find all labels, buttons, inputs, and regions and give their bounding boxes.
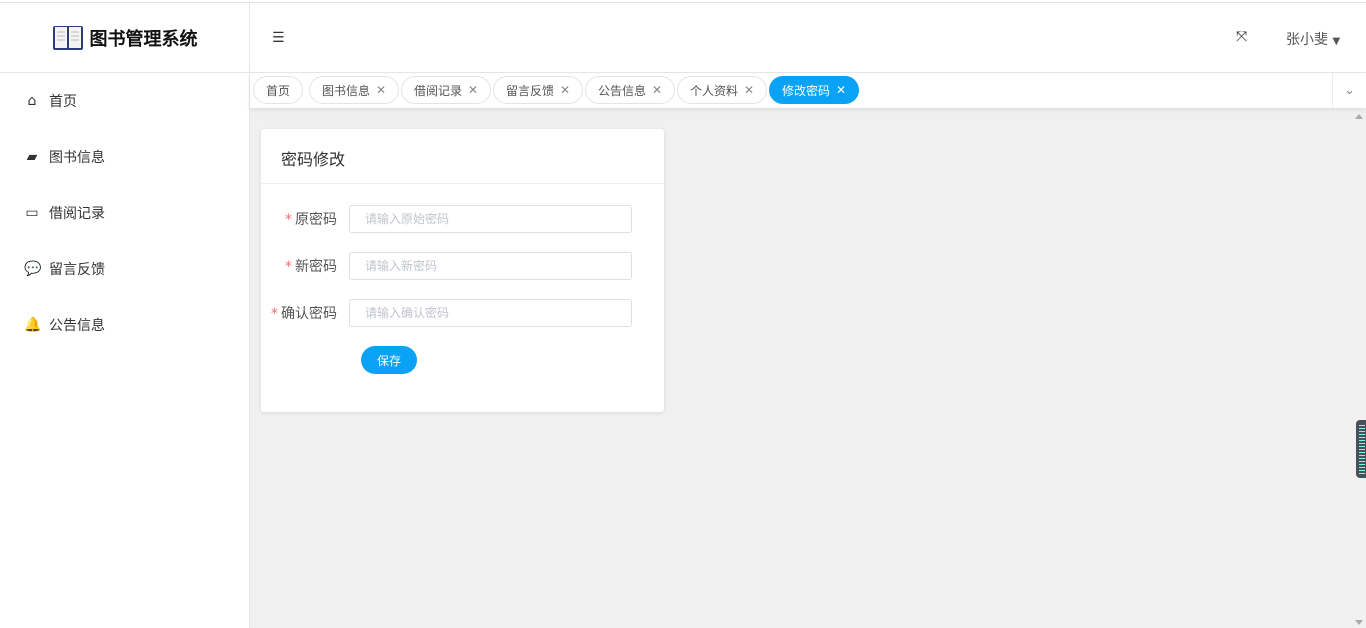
required-mark: * [271,306,278,322]
sidebar-item-books[interactable]: ▰ 图书信息 [0,129,249,185]
bell-icon: 🔔 [24,317,42,333]
close-icon[interactable]: ✕ [744,83,754,97]
sidebar-item-label: 公告信息 [49,318,105,334]
home-icon: ⌂ [27,93,37,109]
form-row-new-password: * 新密码 [261,252,632,280]
save-button[interactable]: 保存 [361,346,417,374]
close-icon[interactable]: ✕ [560,83,570,97]
password-form-card: 密码修改 * 原密码 * 新密码 * 确认密码 保存 [261,129,664,412]
tab-change-password[interactable]: 修改密码 ✕ [769,76,860,104]
tab-borrow-records[interactable]: 借阅记录 ✕ [401,76,492,104]
old-password-input[interactable] [349,205,632,233]
card-title: 密码修改 [261,129,664,184]
close-icon[interactable]: ✕ [836,83,846,97]
close-icon[interactable]: ✕ [652,83,662,97]
label-text: 原密码 [295,212,337,228]
form-row-confirm-password: * 确认密码 [261,299,632,327]
side-widget-handle[interactable] [1356,420,1366,478]
form-row-old-password: * 原密码 [261,205,632,233]
chevron-down-icon: ⌄ [1344,83,1355,98]
tab-label: 个人资料 [690,83,739,98]
open-book-icon [52,25,83,50]
tab-label: 图书信息 [322,83,371,98]
tab-label: 首页 [266,83,291,98]
tab-label: 修改密码 [782,83,831,98]
user-menu[interactable]: 张小斐 ▼ [1286,29,1340,49]
tab-bar: 首页 图书信息 ✕ 借阅记录 ✕ 留言反馈 ✕ 公告信息 ✕ 个人资料 ✕ 修改密码 ✕ ⌄ [250,73,1366,108]
tab-label: 借阅记录 [414,83,463,98]
app-title: 图书管理系统 [89,28,198,50]
close-icon[interactable]: ✕ [376,83,386,97]
sidebar: ⌂ 首页 ▰ 图书信息 ▭ 借阅记录 💬 留言反馈 🔔 公告信息 [0,73,250,628]
required-mark: * [285,212,292,228]
tab-profile[interactable]: 个人资料 ✕ [677,76,768,104]
sidebar-item-feedback[interactable]: 💬 留言反馈 [0,241,249,297]
sidebar-item-notices[interactable]: 🔔 公告信息 [0,297,249,353]
tab-label: 公告信息 [598,83,647,98]
close-icon[interactable]: ✕ [468,83,478,97]
sidebar-item-label: 图书信息 [49,150,105,166]
label-text: 确认密码 [281,306,337,322]
chat-icon: 💬 [24,261,42,277]
tab-books[interactable]: 图书信息 ✕ [309,76,400,104]
tab-notices[interactable]: 公告信息 ✕ [585,76,676,104]
confirm-password-input[interactable] [349,299,632,327]
menu-toggle-icon[interactable]: ☰ [272,30,285,46]
sidebar-item-home[interactable]: ⌂ 首页 [0,73,249,129]
logo: 图书管理系统 [0,3,250,73]
scroll-down-arrow[interactable] [1355,620,1363,625]
card-icon: ▭ [25,205,39,221]
field-label: * 新密码 [261,256,349,276]
tab-feedback[interactable]: 留言反馈 ✕ [493,76,584,104]
user-name: 张小斐 [1286,32,1328,48]
book-icon: ▰ [26,149,38,165]
fullscreen-icon[interactable]: ⤧ [1236,29,1247,45]
field-label: * 原密码 [261,209,349,229]
required-mark: * [285,259,292,275]
scroll-up-arrow[interactable] [1355,114,1363,119]
caret-down-icon: ▼ [1332,36,1341,47]
tab-home[interactable]: 首页 [253,76,304,104]
sidebar-item-label: 借阅记录 [49,206,105,222]
sidebar-item-label: 留言反馈 [49,262,105,278]
field-label: * 确认密码 [261,303,349,323]
tabs-more-button[interactable]: ⌄ [1332,73,1366,108]
tab-label: 留言反馈 [506,83,555,98]
new-password-input[interactable] [349,252,632,280]
header: ☰ ⤧ 张小斐 ▼ [250,3,1366,73]
sidebar-item-borrow-records[interactable]: ▭ 借阅记录 [0,185,249,241]
label-text: 新密码 [295,259,337,275]
sidebar-item-label: 首页 [49,94,77,110]
